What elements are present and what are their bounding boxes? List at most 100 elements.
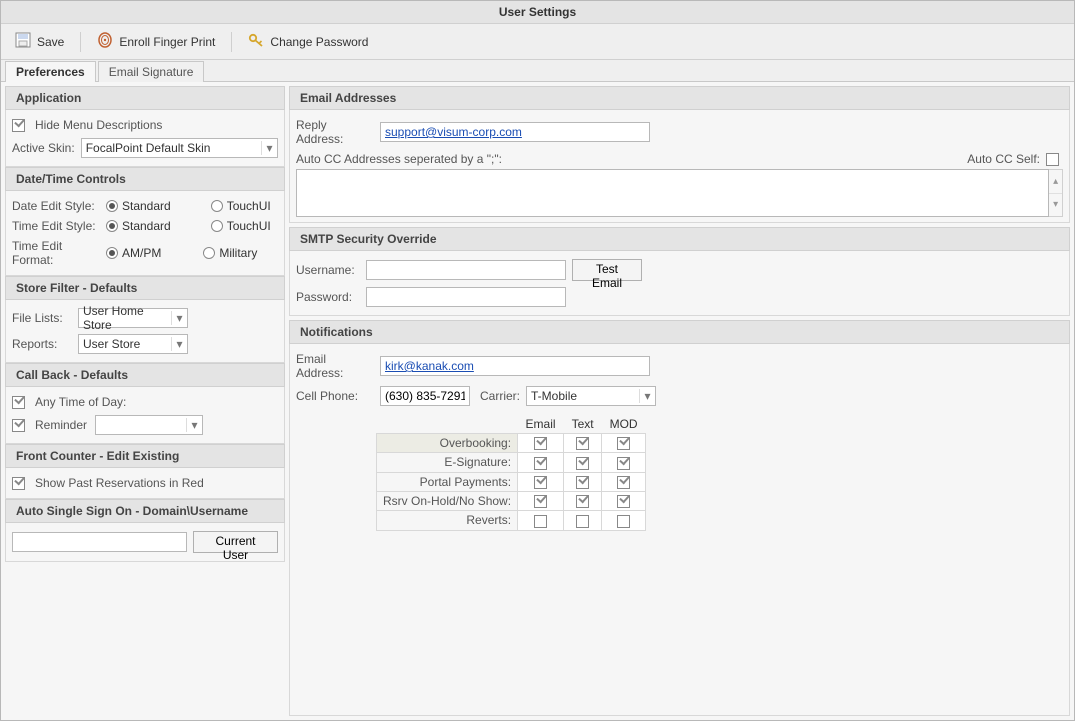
notification-text-checkbox[interactable] — [576, 515, 589, 528]
tab-strip: Preferences Email Signature — [1, 60, 1074, 82]
reply-address-input[interactable] — [380, 122, 650, 142]
notification-text-checkbox[interactable] — [576, 437, 589, 450]
notification-row-label: Portal Payments: — [377, 472, 518, 491]
scroll-down-icon[interactable]: ▾ — [1049, 193, 1062, 217]
email-addresses-header: Email Addresses — [289, 86, 1070, 110]
notification-mod-checkbox[interactable] — [617, 457, 630, 470]
notification-cell-mod — [602, 472, 646, 491]
opt-standard: Standard — [122, 199, 171, 213]
date-edit-touchui-radio[interactable] — [211, 200, 223, 212]
active-skin-select[interactable]: FocalPoint Default Skin ▾ — [81, 138, 278, 158]
enroll-fingerprint-button[interactable]: Enroll Finger Print — [89, 28, 223, 55]
application-header: Application — [5, 86, 285, 110]
tab-preferences[interactable]: Preferences — [5, 61, 96, 82]
window-title: User Settings — [1, 1, 1074, 24]
reminder-label: Reminder — [35, 418, 89, 432]
notification-cell-text — [564, 491, 602, 510]
chevron-down-icon: ▾ — [186, 418, 202, 432]
autocc-self-label: Auto CC Self: — [967, 152, 1040, 166]
scroll-up-icon[interactable]: ▴ — [1049, 170, 1062, 193]
smtp-username-label: Username: — [296, 263, 360, 277]
chevron-down-icon: ▾ — [261, 141, 277, 155]
notification-cell-text — [564, 472, 602, 491]
user-settings-window: User Settings Save Enroll Finger Print C… — [0, 0, 1075, 721]
cell-phone-label: Cell Phone: — [296, 389, 374, 403]
tab-email-signature[interactable]: Email Signature — [98, 61, 205, 82]
notification-email-checkbox[interactable] — [534, 495, 547, 508]
hide-menu-checkbox[interactable] — [12, 119, 25, 132]
reminder-checkbox[interactable] — [12, 419, 25, 432]
time-format-ampm-radio[interactable] — [106, 247, 118, 259]
notification-row: Rsrv On-Hold/No Show: — [377, 491, 646, 510]
notification-cell-mod — [602, 434, 646, 453]
active-skin-label: Active Skin: — [12, 141, 75, 155]
col-mod: MOD — [602, 415, 646, 434]
enroll-label: Enroll Finger Print — [119, 35, 215, 49]
save-label: Save — [37, 35, 64, 49]
notification-row: Reverts: — [377, 511, 646, 530]
autocc-textarea[interactable] — [296, 169, 1049, 217]
key-icon — [248, 32, 264, 51]
notification-row: Portal Payments: — [377, 472, 646, 491]
any-time-checkbox[interactable] — [12, 396, 25, 409]
opt-touchui2: TouchUI — [227, 219, 271, 233]
active-skin-value: FocalPoint Default Skin — [86, 141, 261, 155]
reports-select[interactable]: User Store ▾ — [78, 334, 188, 354]
opt-touchui: TouchUI — [227, 199, 271, 213]
reply-address-label: Reply Address: — [296, 118, 374, 146]
notification-row-label: E-Signature: — [377, 453, 518, 472]
time-edit-touchui-radio[interactable] — [211, 220, 223, 232]
time-edit-style-label: Time Edit Style: — [12, 219, 100, 233]
cell-phone-input[interactable] — [380, 386, 470, 406]
carrier-label: Carrier: — [480, 389, 520, 403]
notification-row: Overbooking: — [377, 434, 646, 453]
textarea-scroll: ▴ ▾ — [1049, 169, 1063, 217]
notification-email-checkbox[interactable] — [534, 476, 547, 489]
carrier-select[interactable]: T-Mobile ▾ — [526, 386, 656, 406]
notification-text-checkbox[interactable] — [576, 457, 589, 470]
notification-email-checkbox[interactable] — [534, 437, 547, 450]
notification-text-checkbox[interactable] — [576, 495, 589, 508]
notification-email-checkbox[interactable] — [534, 457, 547, 470]
toolbar-separator — [231, 32, 232, 52]
current-user-button[interactable]: Current User — [193, 531, 278, 553]
notification-mod-checkbox[interactable] — [617, 495, 630, 508]
toolbar: Save Enroll Finger Print Change Password — [1, 24, 1074, 60]
date-edit-standard-radio[interactable] — [106, 200, 118, 212]
notification-mod-checkbox[interactable] — [617, 515, 630, 528]
notif-email-input[interactable] — [380, 356, 650, 376]
notification-cell-mod — [602, 491, 646, 510]
autocc-label: Auto CC Addresses seperated by a ";": — [296, 152, 502, 166]
opt-ampm: AM/PM — [122, 246, 161, 260]
file-lists-select[interactable]: User Home Store ▾ — [78, 308, 188, 328]
chevron-down-icon: ▾ — [171, 337, 187, 351]
notification-cell-email — [518, 511, 564, 530]
notification-row-label: Overbooking: — [377, 434, 518, 453]
chevron-down-icon: ▾ — [639, 389, 655, 403]
change-password-button[interactable]: Change Password — [240, 28, 376, 55]
notification-email-checkbox[interactable] — [534, 515, 547, 528]
reminder-select[interactable]: ▾ — [95, 415, 203, 435]
notification-cell-text — [564, 511, 602, 530]
hide-menu-label: Hide Menu Descriptions — [35, 118, 162, 132]
time-edit-standard-radio[interactable] — [106, 220, 118, 232]
show-past-label: Show Past Reservations in Red — [35, 476, 204, 490]
test-email-button[interactable]: Test Email — [572, 259, 642, 281]
notification-cell-email — [518, 434, 564, 453]
notification-mod-checkbox[interactable] — [617, 476, 630, 489]
smtp-password-input[interactable] — [366, 287, 566, 307]
opt-military: Military — [219, 246, 257, 260]
sso-input[interactable] — [12, 532, 187, 552]
save-button[interactable]: Save — [7, 28, 72, 55]
chevron-down-icon: ▾ — [171, 311, 187, 325]
notification-text-checkbox[interactable] — [576, 476, 589, 489]
time-format-military-radio[interactable] — [203, 247, 215, 259]
change-password-label: Change Password — [270, 35, 368, 49]
smtp-username-input[interactable] — [366, 260, 566, 280]
toolbar-separator — [80, 32, 81, 52]
autocc-self-checkbox[interactable] — [1046, 153, 1059, 166]
file-lists-label: File Lists: — [12, 311, 72, 325]
notification-cell-mod — [602, 453, 646, 472]
show-past-checkbox[interactable] — [12, 477, 25, 490]
notification-mod-checkbox[interactable] — [617, 437, 630, 450]
